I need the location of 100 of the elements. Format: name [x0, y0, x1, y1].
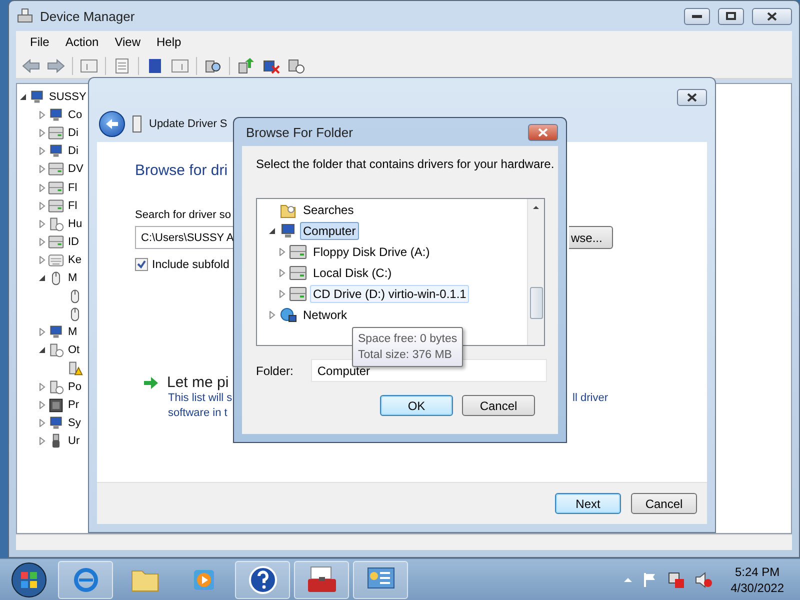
tree-item[interactable]: Pr — [66, 398, 80, 412]
close-button[interactable] — [752, 8, 792, 24]
expand-arrow-icon[interactable] — [37, 237, 46, 246]
chip-icon — [48, 396, 64, 413]
drive-icon — [48, 234, 64, 250]
scrollbar-thumb[interactable] — [530, 287, 542, 319]
tree-item[interactable]: Di — [66, 144, 80, 158]
expand-arrow-icon[interactable] — [37, 400, 46, 410]
device-icon — [48, 378, 64, 395]
close-icon — [767, 12, 777, 20]
pane-icon[interactable] — [171, 58, 189, 74]
expand-arrow-icon[interactable] — [37, 201, 46, 210]
expand-arrow-icon[interactable] — [37, 183, 46, 192]
tree-item[interactable]: DV — [66, 162, 84, 176]
windows-logo-icon — [11, 562, 47, 598]
tree-item[interactable]: Searches — [300, 200, 357, 218]
device-icon — [132, 115, 142, 133]
speaker-muted-icon[interactable] — [694, 570, 713, 588]
update-icon[interactable] — [237, 58, 255, 74]
control-panel-taskbar-button[interactable] — [353, 560, 408, 598]
tree-item[interactable]: CD Drive (D:) virtio-win-0.1.1 — [310, 284, 470, 302]
back-button[interactable] — [99, 111, 125, 137]
menu-item[interactable]: View — [106, 35, 148, 49]
expand-arrow-icon[interactable] — [37, 146, 46, 156]
scroll-up-arrow-icon[interactable] — [532, 205, 540, 209]
tree-item[interactable]: SUSSY — [47, 90, 88, 104]
collapse-arrow-icon[interactable] — [267, 226, 276, 235]
drive-icon — [289, 284, 307, 302]
expand-arrow-icon[interactable] — [277, 289, 286, 298]
warning-icon — [67, 360, 83, 376]
monitor-icon — [48, 324, 64, 340]
properties-icon[interactable] — [113, 58, 131, 74]
toolbox-taskbar-button[interactable] — [294, 560, 349, 598]
scan-icon[interactable] — [204, 58, 222, 74]
drive-icon — [48, 125, 64, 142]
expand-arrow-icon[interactable] — [37, 110, 46, 120]
expand-arrow-icon[interactable] — [37, 128, 46, 138]
tree-item[interactable]: Floppy Disk Drive (A:) — [310, 242, 433, 260]
tree-item[interactable]: Ke — [66, 252, 82, 267]
disable-icon[interactable] — [287, 58, 305, 74]
menu-item[interactable]: File — [22, 35, 58, 49]
expand-arrow-icon[interactable] — [277, 247, 286, 256]
expand-arrow-icon[interactable] — [37, 436, 46, 446]
expand-arrow-icon[interactable] — [37, 255, 46, 264]
tree-item[interactable]: ID — [66, 234, 80, 249]
tree-item[interactable]: Di — [66, 126, 80, 140]
flag-icon[interactable] — [642, 572, 657, 588]
menu-item[interactable]: Help — [148, 35, 190, 49]
expand-arrow-icon[interactable] — [37, 418, 46, 428]
expand-arrow-icon[interactable] — [37, 382, 46, 392]
wizard-title: Update Driver S — [149, 118, 228, 130]
tree-item[interactable]: Ot — [66, 343, 81, 358]
tree-item[interactable]: Fl — [66, 180, 78, 195]
device-icon — [48, 216, 64, 232]
network-error-icon[interactable] — [666, 570, 685, 588]
expand-arrow-icon[interactable] — [277, 268, 286, 277]
collapse-arrow-icon[interactable] — [37, 346, 46, 355]
ok-button[interactable]: OK — [380, 395, 453, 416]
browse-button[interactable]: wse... — [569, 226, 613, 249]
tree-item[interactable]: Po — [66, 380, 82, 394]
tree-item[interactable]: Fl — [66, 198, 78, 213]
help-taskbar-button[interactable] — [235, 560, 290, 598]
next-button[interactable]: Next — [555, 493, 621, 514]
expand-arrow-icon[interactable] — [267, 310, 276, 319]
tree-item[interactable]: Computer — [300, 222, 359, 240]
checkbox[interactable] — [135, 258, 148, 271]
cancel-button[interactable]: Cancel — [631, 493, 697, 514]
back-arrow-icon[interactable] — [22, 58, 40, 74]
tree-item[interactable]: Sy — [66, 416, 82, 430]
minimize-icon — [692, 14, 702, 18]
tree-item[interactable]: Hu — [66, 216, 84, 231]
expand-arrow-icon[interactable] — [37, 164, 46, 174]
maximize-button[interactable] — [718, 8, 744, 24]
description-text: ll driver — [572, 391, 608, 406]
checkbox-label: Include subfold — [152, 258, 230, 270]
tree-item[interactable]: M — [66, 270, 78, 285]
cancel-button[interactable]: Cancel — [462, 395, 535, 416]
dialog-title: Browse For Folder — [246, 124, 353, 140]
menu-item[interactable]: Action — [57, 35, 107, 49]
close-button[interactable] — [677, 89, 707, 106]
clock[interactable]: 5:24 PM 4/30/2022 — [730, 564, 784, 596]
forward-arrow-icon[interactable] — [47, 58, 65, 74]
expand-arrow-icon[interactable] — [37, 328, 46, 337]
description-text: software in t — [168, 406, 228, 421]
uninstall-icon[interactable] — [262, 58, 280, 74]
pane-icon[interactable] — [80, 58, 98, 74]
collapse-arrow-icon[interactable] — [37, 273, 46, 282]
tree-item[interactable]: Co — [66, 108, 84, 122]
minimize-button[interactable] — [684, 8, 710, 24]
expand-arrow-icon[interactable] — [37, 219, 46, 228]
tree-item[interactable]: M — [66, 325, 78, 340]
computer-icon — [16, 8, 34, 24]
show-hidden-icons-arrow-icon[interactable] — [622, 576, 633, 582]
drive-icon — [289, 242, 307, 260]
tree-item[interactable]: Network — [300, 306, 350, 324]
option-link[interactable]: Let me pi — [167, 374, 229, 391]
tree-item[interactable]: Ur — [66, 434, 81, 448]
tree-item[interactable]: Local Disk (C:) — [310, 264, 395, 282]
collapse-arrow-icon[interactable] — [18, 92, 27, 102]
browser-taskbar-button[interactable] — [58, 560, 113, 598]
